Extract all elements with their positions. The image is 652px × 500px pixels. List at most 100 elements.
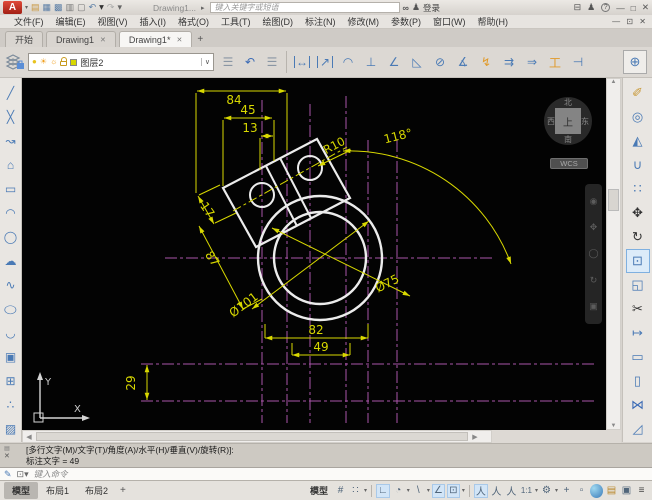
insert-block-tool-icon[interactable]: ▣ (1, 345, 21, 369)
array-tool-icon[interactable]: ∷ (626, 177, 650, 201)
undo-dropdown-icon[interactable]: ▾ (99, 2, 104, 13)
pan-icon[interactable]: ✥ (590, 223, 598, 232)
command-input-row[interactable]: ✎ ⊡▾ 键入命令 (0, 467, 652, 481)
layer-states-icon[interactable]: ☰ (218, 55, 238, 69)
search-binoculars-icon[interactable]: ∞ (403, 3, 409, 13)
break-at-point-tool-icon[interactable]: ▭ (626, 345, 650, 369)
stretch-tool-icon[interactable]: ◱ (626, 273, 650, 297)
annotation-autoscale-icon[interactable]: 人 (490, 484, 503, 498)
hatch-tool-icon[interactable]: ▨ (1, 417, 21, 441)
ortho-mode-icon[interactable]: ∟ (376, 484, 390, 498)
layer-properties-button[interactable] (2, 50, 28, 74)
dim-baseline-icon[interactable]: ⇉ (498, 51, 520, 73)
menu-item-5[interactable]: 工具(T) (215, 15, 257, 29)
clean-screen-icon[interactable]: ▣ (620, 484, 633, 498)
layer-dropdown-arrow-icon[interactable]: ∨ (201, 58, 210, 66)
isodraft-icon[interactable]: \ (412, 484, 425, 498)
dim-angular-icon[interactable]: ∠ (383, 51, 405, 73)
dim-ordinate-icon[interactable]: ⊥ (360, 51, 382, 73)
workspace-gear-dropdown-icon[interactable]: ▾ (555, 487, 558, 494)
command-close-icon[interactable]: ✕ (4, 453, 10, 461)
tab-close-icon[interactable]: ✕ (100, 36, 106, 44)
point-tool-icon[interactable]: ∴ (1, 393, 21, 417)
drawing-canvas[interactable]: 84 45 13 17 87 118° R10 Ø101 Ø75 82 49 2… (22, 78, 606, 430)
copy-tool-icon[interactable]: ◎ (626, 105, 650, 129)
wcs-dropdown[interactable]: WCS (550, 158, 588, 169)
object-snap-icon[interactable]: ⊡ (447, 484, 460, 498)
object-snap-dropdown-icon[interactable]: ▾ (462, 487, 465, 494)
viewcube-south[interactable]: 南 (544, 134, 592, 145)
layer-color-swatch[interactable] (70, 59, 77, 66)
qat-dropdown-icon[interactable]: ▾ (117, 1, 122, 14)
isodraft-dropdown-icon[interactable]: ▾ (427, 487, 430, 494)
command-grip-icon[interactable]: ▤ (4, 445, 10, 453)
annotation-scale-icon[interactable]: 人 (505, 484, 518, 498)
center-mark-button[interactable]: ⊕ (623, 50, 647, 74)
undo-icon[interactable]: ↶ (89, 1, 97, 14)
annotation-scale-value[interactable]: 1:1 (520, 484, 533, 498)
viewcube-west[interactable]: 西 (547, 116, 555, 127)
save-as-icon[interactable]: ▩ (54, 1, 63, 14)
hardware-acceleration-icon[interactable] (590, 484, 603, 498)
polar-tracking-dropdown-icon[interactable]: ▾ (407, 487, 410, 494)
crosshair-icon[interactable]: + (560, 484, 573, 498)
viewcube[interactable]: 北 南 西 东 上 (544, 97, 592, 145)
new-tab-button[interactable]: + (197, 34, 203, 47)
tab-start[interactable]: 开始 (5, 31, 43, 47)
menu-item-4[interactable]: 格式(O) (172, 15, 215, 29)
dim-continue-icon[interactable]: ⇒ (521, 51, 543, 73)
tab-drawing1-star[interactable]: Drawing1* ✕ (119, 31, 192, 47)
dim-jogged-icon[interactable]: ◺ (406, 51, 428, 73)
autocad-logo-icon[interactable]: A (3, 1, 22, 14)
tab-drawing1[interactable]: Drawing1 ✕ (46, 31, 116, 47)
layer-manager-icon[interactable]: ☰ (262, 55, 282, 69)
menu-item-10[interactable]: 窗口(W) (427, 15, 472, 29)
maximize-button[interactable]: □ (631, 3, 636, 13)
make-block-tool-icon[interactable]: ⊞ (1, 369, 21, 393)
menu-item-7[interactable]: 标注(N) (299, 15, 342, 29)
model-tab[interactable]: 模型 (4, 482, 38, 499)
logo-dropdown-icon[interactable]: ▾ (25, 4, 28, 11)
menu-item-3[interactable]: 插入(I) (134, 15, 173, 29)
xline-tool-icon[interactable]: ╳ (1, 105, 21, 129)
menu-item-8[interactable]: 修改(M) (342, 15, 386, 29)
dim-aligned-icon[interactable]: ↗ (317, 56, 333, 68)
help-icon[interactable]: ? (601, 3, 610, 12)
ellipse-arc-tool-icon[interactable]: ◡ (1, 321, 21, 345)
layer-dropdown[interactable]: ● ☀ ☼ 图层2 ∨ (28, 53, 214, 71)
polygon-tool-icon[interactable]: ⌂ (1, 153, 21, 177)
orbit-icon[interactable]: ↻ (590, 276, 598, 285)
menu-item-2[interactable]: 视图(V) (92, 15, 134, 29)
polar-tracking-icon[interactable]: ◔ (392, 484, 405, 498)
redo-icon[interactable]: ↷ (107, 1, 115, 14)
snap-mode-icon[interactable]: ∷ (349, 484, 362, 498)
offset-tool-icon[interactable]: ∪ (626, 153, 650, 177)
minimize-button[interactable]: — (616, 3, 625, 13)
revcloud-tool-icon[interactable]: ☁ (1, 249, 21, 273)
arc-tool-icon[interactable]: ◠ (1, 201, 21, 225)
join-tool-icon[interactable]: ⋈ (626, 393, 650, 417)
menu-item-1[interactable]: 编辑(E) (50, 15, 92, 29)
showmotion-icon[interactable]: ▣ (589, 302, 598, 311)
media-icon[interactable]: ▤ (605, 484, 618, 498)
layer-previous-icon[interactable]: ↶ (240, 55, 260, 69)
save-icon[interactable]: ▦ (43, 1, 52, 14)
dim-break-icon[interactable]: ⊣ (567, 51, 589, 73)
workspace-gear-icon[interactable]: ⚙ (540, 484, 553, 498)
vertical-scroll-thumb[interactable] (608, 189, 619, 211)
scale-tool-icon[interactable]: ⊡ (626, 249, 650, 273)
layer-sun-icon[interactable]: ☀ (40, 58, 47, 66)
zoom-icon[interactable]: ◯ (588, 249, 598, 258)
layout1-tab[interactable]: 布局1 (38, 482, 77, 499)
rotate-tool-icon[interactable]: ↻ (626, 225, 650, 249)
scroll-down-icon[interactable]: ▼ (607, 423, 620, 429)
open-file-icon[interactable]: ▤ (31, 1, 40, 14)
viewcube-east[interactable]: 东 (581, 116, 589, 127)
dim-space-icon[interactable]: 工 (544, 51, 566, 73)
erase-tool-icon[interactable]: ✐ (626, 81, 650, 105)
layout2-tab[interactable]: 布局2 (77, 482, 116, 499)
grid-display-icon[interactable]: # (334, 484, 347, 498)
viewcube-top-face[interactable]: 上 (555, 108, 581, 134)
tab-close-icon[interactable]: ✕ (176, 36, 182, 44)
close-button[interactable]: ✕ (642, 2, 649, 13)
